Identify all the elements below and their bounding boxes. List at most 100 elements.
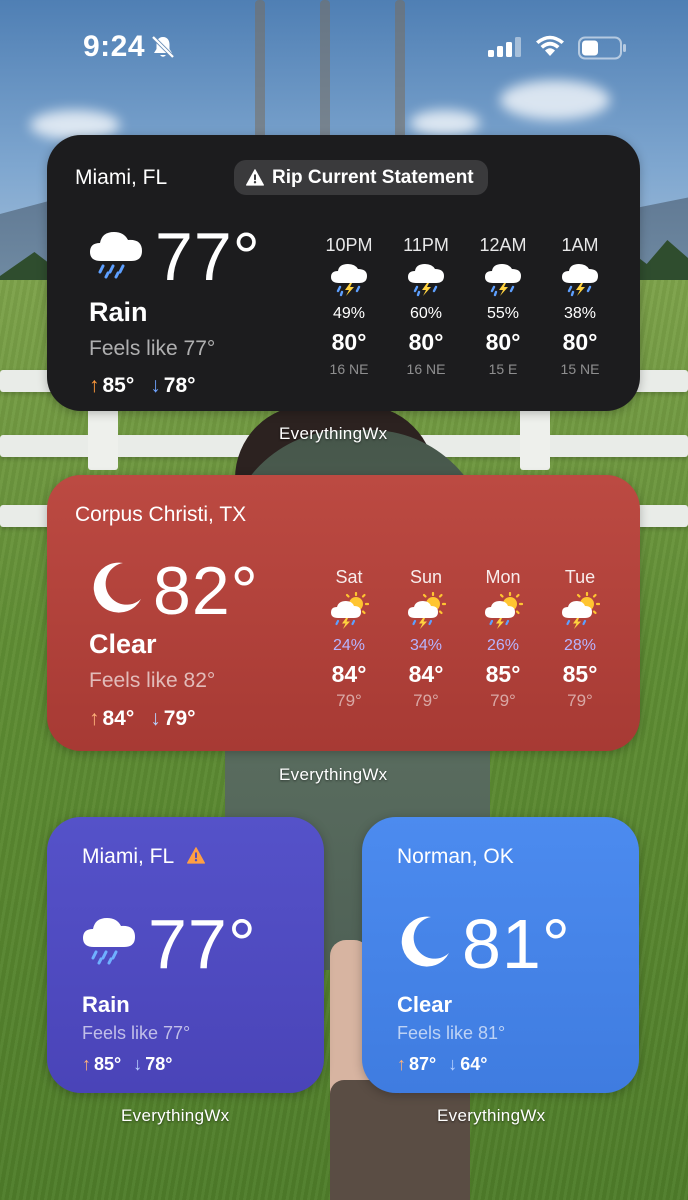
current-condition: Clear (397, 992, 453, 1017)
wind: 15 E (488, 361, 518, 377)
day-label: Mon (485, 567, 521, 587)
current-temperature: 82° (153, 553, 259, 629)
day-high: 84° (331, 661, 367, 687)
hour-temp: 80° (408, 329, 444, 355)
high-low: ↑ 84° ↓ 79° (89, 707, 196, 731)
widget-location: Norman, OK (397, 845, 514, 868)
widget-location: Miami, FL (75, 166, 168, 189)
feels-like: Feels like 77° (82, 1023, 191, 1043)
alert-pill[interactable]: Rip Current Statement (234, 160, 488, 195)
hourly-column: 1AM 38% 80° 15 NE (540, 235, 620, 381)
widget-norman[interactable]: Norman, OK 81° Clear Feels like 81° ↑ 87°… (362, 817, 639, 1093)
high-temp: ↑ 84° (89, 707, 135, 730)
wallpaper-boot (330, 1080, 400, 1200)
hour-label: 10PM (325, 235, 373, 255)
sun-thunderstorm-icon (463, 589, 543, 633)
current-temperature: 77° (155, 219, 261, 295)
day-high: 85° (562, 661, 598, 687)
day-high: 85° (485, 661, 521, 687)
thunderstorm-icon (309, 257, 389, 301)
widget-miami-hourly[interactable]: Miami, FL Rip Current Statement 77° Rain… (47, 135, 640, 411)
precip-chance: 38% (563, 305, 597, 322)
rain-cloud-icon (80, 913, 138, 972)
precip-chance: 26% (486, 637, 520, 654)
thunderstorm-icon (386, 257, 466, 301)
feels-like: Feels like 82° (89, 669, 216, 692)
daily-column: Sun 34% 84° 79° (386, 567, 466, 713)
thunderstorm-icon (540, 257, 620, 301)
thunderstorm-icon (463, 257, 543, 301)
low-temp: ↓ 64° (448, 1054, 488, 1074)
day-low: 79° (336, 691, 362, 710)
bell-slash-icon (150, 34, 176, 65)
hour-label: 1AM (561, 235, 599, 255)
widget-source-label: EverythingWx (121, 1106, 230, 1125)
arrow-down-icon: ↓ (150, 374, 161, 397)
day-high: 84° (408, 661, 444, 687)
sun-thunderstorm-icon (309, 589, 389, 633)
day-label: Sat (335, 567, 363, 587)
daily-forecast: Sat 24% 84° 79° Sun 34% 84° 79° Mon 26% … (319, 567, 640, 717)
arrow-down-icon: ↓ (448, 1054, 458, 1074)
precip-chance: 34% (409, 637, 443, 654)
alert-text: Rip Current Statement (272, 166, 474, 188)
precip-chance: 28% (563, 637, 597, 654)
widget-source-label: EverythingWx (279, 424, 388, 443)
low-temp: ↓ 79° (150, 707, 196, 730)
hour-temp: 80° (485, 329, 521, 355)
hour-temp: 80° (331, 329, 367, 355)
low-temp: ↓ 78° (133, 1054, 173, 1074)
hourly-forecast: 10PM 49% 80° 16 NE 11PM 60% 80° 16 NE 12… (319, 235, 640, 385)
widget-corpus-christi-daily[interactable]: Corpus Christi, TX 82° Clear Feels like … (47, 475, 640, 751)
high-low: ↑ 87° ↓ 64° (397, 1054, 487, 1075)
battery-icon (578, 36, 628, 65)
current-temperature: 81° (462, 905, 571, 983)
sun-thunderstorm-icon (386, 589, 466, 633)
hour-label: 12AM (479, 235, 527, 255)
widget-miami-small[interactable]: Miami, FL 77° Rain Feels like 77° ↑ 85° ↓… (47, 817, 324, 1093)
current-temperature: 77° (148, 905, 257, 983)
high-temp: ↑ 85° (89, 374, 135, 397)
wind: 16 NE (329, 361, 369, 377)
arrow-up-icon: ↑ (82, 1054, 91, 1074)
wind: 15 NE (560, 361, 600, 377)
high-temp: ↑ 85° (82, 1054, 122, 1074)
arrow-down-icon: ↓ (150, 707, 161, 730)
precip-chance: 49% (332, 305, 366, 322)
cellular-signal-icon (488, 37, 522, 62)
day-low: 79° (567, 691, 593, 710)
high-temp: ↑ 87° (397, 1054, 437, 1074)
high-low: ↑ 85° ↓ 78° (82, 1054, 172, 1075)
widget-source-label: EverythingWx (437, 1106, 546, 1125)
day-label: Sun (409, 567, 443, 587)
sun-thunderstorm-icon (540, 589, 620, 633)
precip-chance: 60% (409, 305, 443, 322)
hour-label: 11PM (403, 235, 449, 255)
current-condition: Clear (89, 629, 157, 659)
hour-temp: 80° (562, 329, 598, 355)
feels-like: Feels like 81° (397, 1023, 506, 1043)
precip-chance: 55% (486, 305, 520, 322)
wifi-icon (534, 34, 566, 63)
status-time: 9:24 (83, 30, 146, 63)
daily-column: Sat 24% 84° 79° (309, 567, 389, 713)
current-condition: Rain (89, 297, 148, 327)
warning-icon (246, 169, 264, 186)
daily-column: Mon 26% 85° 79° (463, 567, 543, 713)
widget-source-label: EverythingWx (279, 765, 388, 784)
high-low: ↑ 85° ↓ 78° (89, 374, 196, 398)
current-condition: Rain (82, 992, 130, 1017)
day-low: 79° (413, 691, 439, 710)
wind: 16 NE (406, 361, 446, 377)
hourly-column: 10PM 49% 80° 16 NE (309, 235, 389, 381)
day-low: 79° (490, 691, 516, 710)
feels-like: Feels like 77° (89, 337, 216, 360)
arrow-up-icon: ↑ (397, 1054, 406, 1074)
wallpaper-cloud (410, 110, 480, 136)
warning-icon (187, 847, 205, 869)
daily-column: Tue 28% 85° 79° (540, 567, 620, 713)
arrow-down-icon: ↓ (133, 1054, 143, 1074)
hourly-column: 11PM 60% 80° 16 NE (386, 235, 466, 381)
crescent-moon-icon (395, 913, 453, 976)
rain-cloud-icon (87, 227, 145, 284)
